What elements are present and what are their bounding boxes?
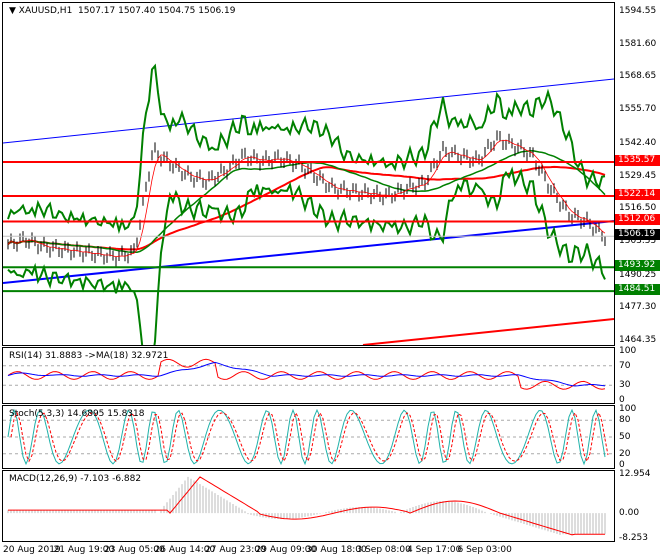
date-axis-label: 4 Sep 17:00 bbox=[407, 545, 462, 555]
stoch-title: Stoch(5,3,3) 14.6895 15.8318 bbox=[9, 409, 145, 419]
level-tag: 1522.14 bbox=[615, 188, 660, 200]
rsi-panel[interactable]: RSI(14) 31.8883 ->MA(18) 32.9721 bbox=[2, 347, 615, 404]
level-tag: 1484.51 bbox=[615, 284, 660, 296]
stoch-axis-label: 20 bbox=[619, 448, 631, 459]
price-axis-label: 1555.70 bbox=[619, 104, 657, 115]
date-axis-label: 3 Sep 08:00 bbox=[356, 545, 411, 555]
level-tag: 1535.57 bbox=[615, 155, 660, 167]
main-price-panel[interactable]: ▼ XAUUSD,H1 1507.17 1507.40 1504.75 1506… bbox=[2, 2, 615, 346]
ma-slow-line bbox=[7, 165, 606, 251]
lower-trendline bbox=[3, 220, 614, 284]
stoch-axis-label: 100 bbox=[619, 404, 637, 414]
macd-axis-label: -8.253 bbox=[619, 533, 649, 543]
date-axis-label: 20 Aug 2019 bbox=[3, 545, 61, 555]
ohlc-values: 1507.17 1507.40 1504.75 1506.19 bbox=[78, 6, 236, 16]
price-axis-label: 1568.65 bbox=[619, 71, 657, 82]
price-axis-label: 1464.35 bbox=[619, 335, 657, 345]
chart-window: ▼ XAUUSD,H1 1507.17 1507.40 1504.75 1506… bbox=[0, 0, 660, 560]
symbol: XAUUSD,H1 bbox=[18, 6, 73, 16]
price-chart bbox=[3, 63, 614, 345]
red-trendline bbox=[362, 318, 614, 345]
symbol-header: ▼ XAUUSD,H1 1507.17 1507.40 1504.75 1506… bbox=[9, 6, 236, 16]
macd-panel[interactable]: MACD(12,26,9) -7.103 -6.882 bbox=[2, 470, 615, 542]
stoch-axis-label: 80 bbox=[619, 415, 631, 426]
macd-signal-line bbox=[8, 476, 605, 536]
stoch-panel[interactable]: Stoch(5,3,3) 14.6895 15.8318 bbox=[2, 405, 615, 469]
price-axis-label: 1477.30 bbox=[619, 302, 657, 313]
price-axis-label: 1594.55 bbox=[619, 6, 657, 16]
macd-axis-label: 12.954 bbox=[619, 469, 651, 479]
current-price-tag: 1506.19 bbox=[615, 229, 660, 241]
macd-axis-label: 0.00 bbox=[619, 508, 640, 519]
level-tag: 1493.92 bbox=[615, 260, 660, 272]
date-axis-label: 6 Sep 03:00 bbox=[457, 545, 512, 555]
level-tag: 1512.06 bbox=[615, 214, 660, 226]
price-axis-label: 1516.50 bbox=[619, 203, 657, 214]
stoch-axis-label: 50 bbox=[619, 432, 631, 442]
price-axis-label: 1542.40 bbox=[619, 137, 657, 148]
rsi-axis-label: 30 bbox=[619, 380, 631, 391]
rsi-title: RSI(14) 31.8883 ->MA(18) 32.9721 bbox=[9, 351, 169, 361]
rsi-axis-label: 100 bbox=[619, 346, 637, 356]
ma-fast-line bbox=[7, 139, 606, 258]
price-axis-label: 1581.60 bbox=[619, 38, 657, 49]
price-axis-label: 1529.45 bbox=[619, 170, 657, 181]
rsi-axis-label: 70 bbox=[619, 360, 631, 371]
macd-title: MACD(12,26,9) -7.103 -6.882 bbox=[9, 474, 142, 484]
